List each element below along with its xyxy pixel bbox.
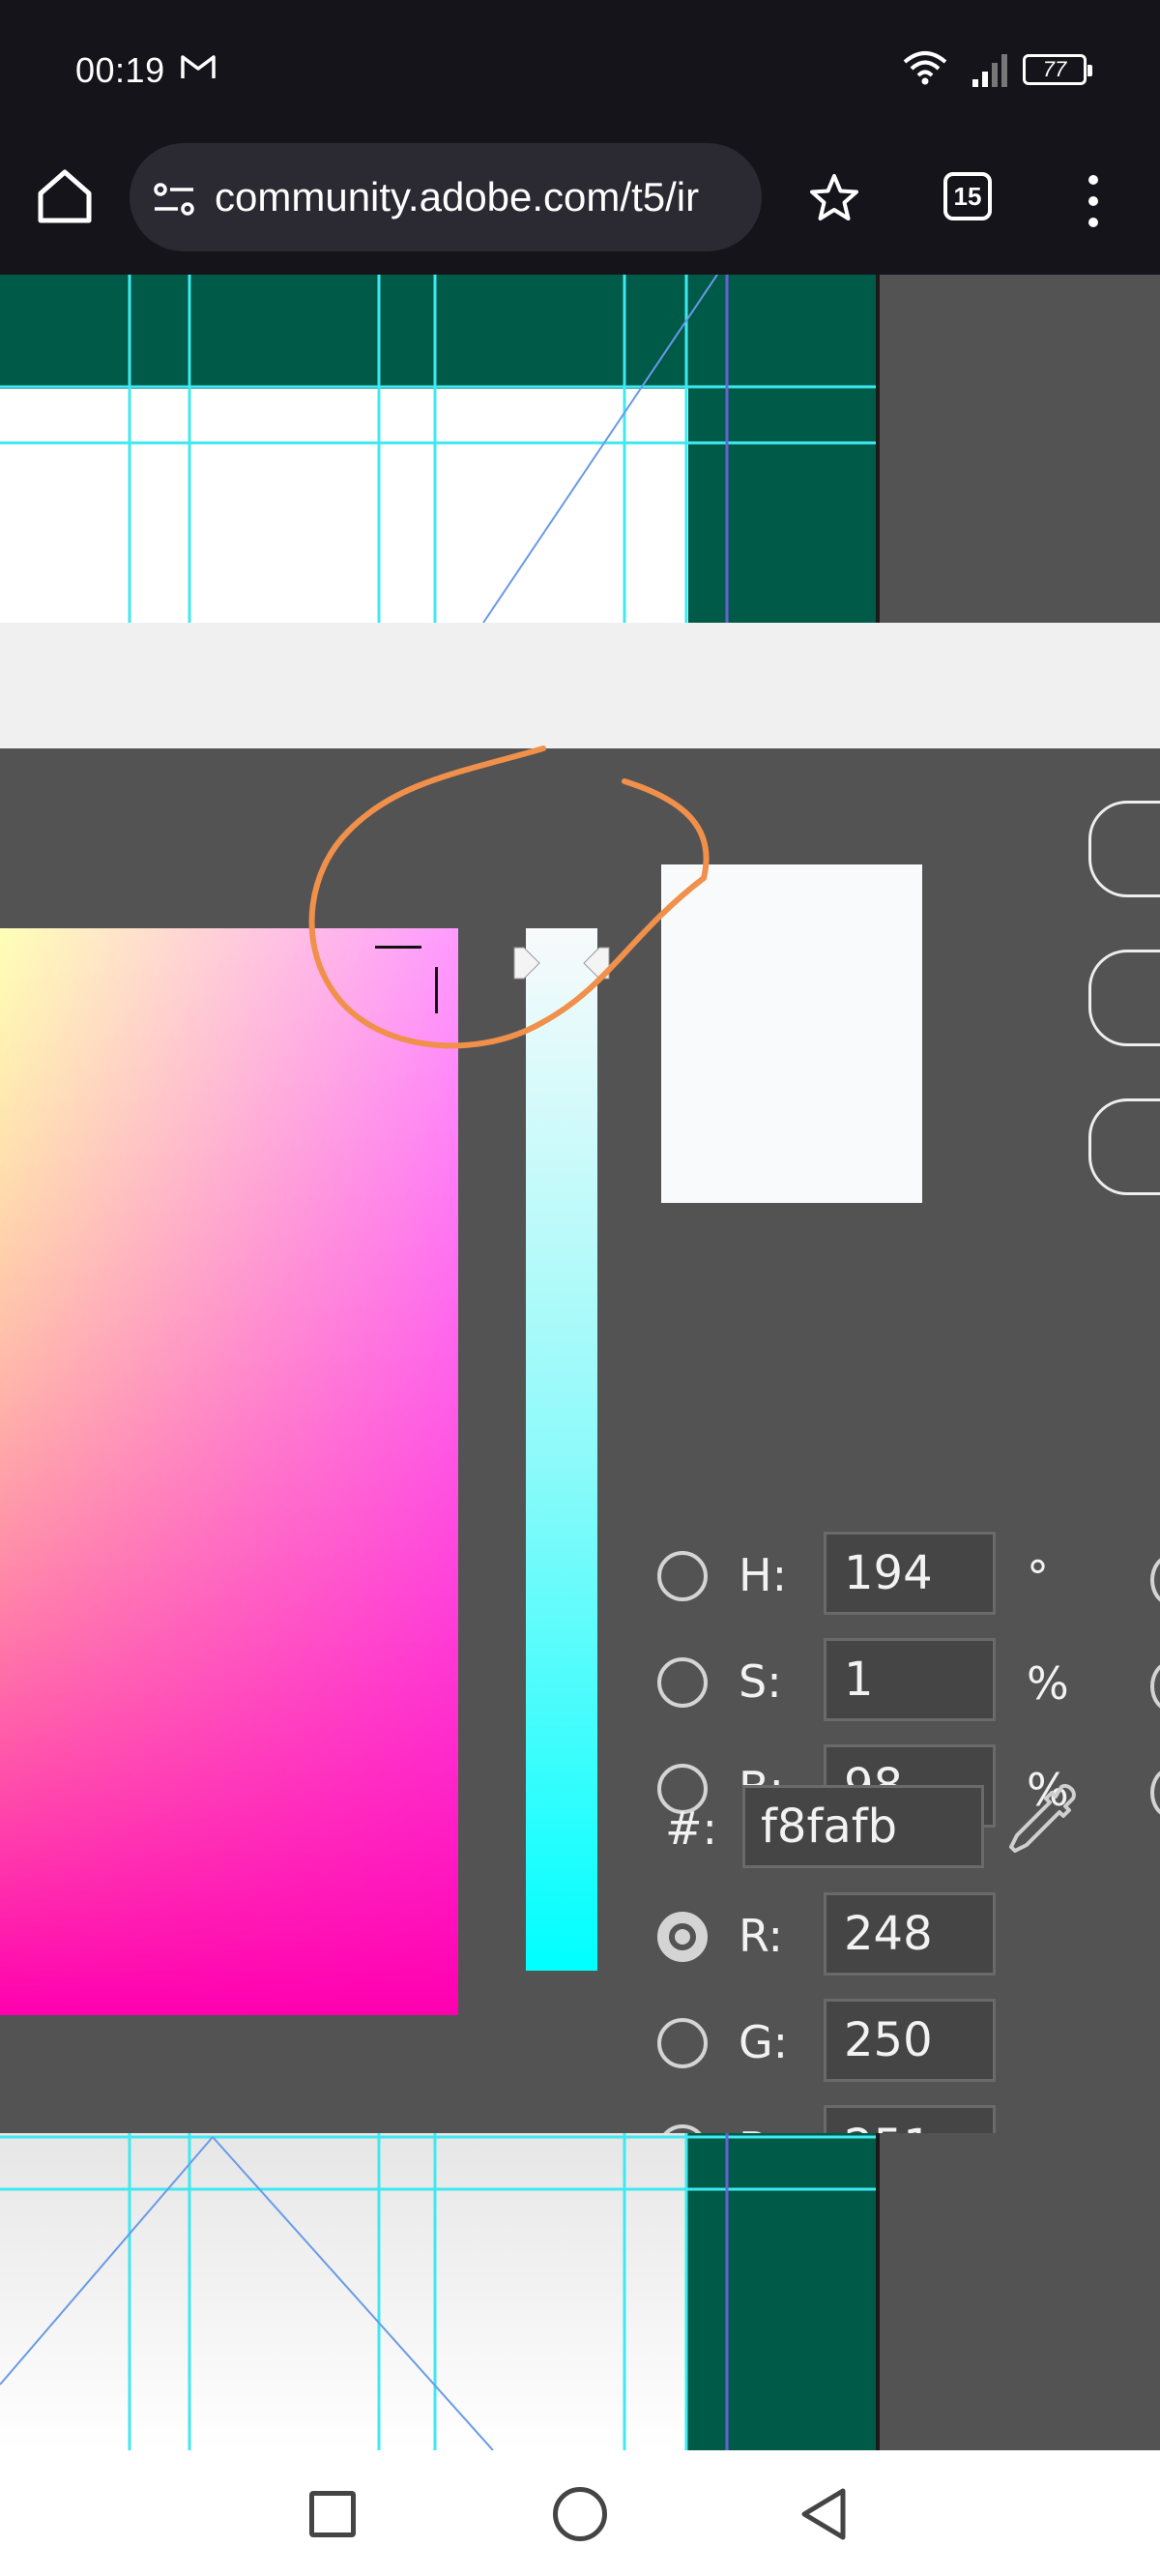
wifi-icon [903,51,947,85]
color-slider[interactable] [526,928,597,1971]
browser-toolbar: community.adobe.com/t5/ir 15 [0,143,1160,275]
ok-button[interactable] [1088,801,1160,897]
home-icon[interactable] [35,166,95,226]
signal-icon [972,54,1007,87]
radio-r[interactable] [657,1912,708,1962]
add-to-swatches-button[interactable] [1088,1098,1160,1195]
hex-label: #: [665,1802,718,1855]
eyedropper-icon[interactable] [1005,1781,1079,1859]
canvas-top-image [0,275,1160,623]
page-content: H: 194 ° S: 1 % B: 98 % R: 248 G: 250 [0,275,1160,2450]
radio-h[interactable] [657,1551,708,1601]
radio-s[interactable] [657,1657,708,1708]
canvas-bottom-image [0,2133,1160,2450]
input-g[interactable]: 250 [824,1999,996,2082]
saturation-brightness-field[interactable] [0,928,458,2015]
system-nav-bar [0,2450,1160,2576]
input-s[interactable]: 1 [824,1638,996,1721]
label-h: H: [739,1549,788,1601]
battery-icon: 77 [1023,54,1092,85]
unit-s: % [1027,1657,1069,1710]
recent-apps-icon[interactable] [309,2491,356,2537]
unit-h: ° [1027,1551,1049,1603]
annotation-circle [308,746,710,1049]
status-bar: 00:19 77 [0,0,1160,143]
radio-lab-a[interactable] [1150,1661,1160,1712]
label-s: S: [739,1655,782,1708]
gmail-icon [181,55,216,78]
label-g: G: [739,2016,789,2068]
color-picker-panel: H: 194 ° S: 1 % B: 98 % R: 248 G: 250 [0,746,1160,2188]
more-vert-icon[interactable] [1079,172,1108,230]
url-text: community.adobe.com/t5/ir [215,174,700,220]
home-circle-icon[interactable] [553,2487,607,2541]
status-time: 00:19 [75,50,165,90]
input-r[interactable]: 248 [824,1892,996,1976]
back-icon[interactable] [798,2487,849,2541]
radio-lab-l[interactable] [1150,1555,1160,1605]
radio-g[interactable] [657,2018,708,2068]
radio-lab-b[interactable] [1150,1768,1160,1818]
cancel-button[interactable] [1088,950,1160,1046]
tabs-icon[interactable]: 15 [943,172,992,220]
divider-strip [0,623,1160,748]
input-h[interactable]: 194 [824,1532,996,1615]
address-bar[interactable]: community.adobe.com/t5/ir [130,143,762,251]
star-icon[interactable] [808,172,860,224]
label-r: R: [739,1910,784,1962]
hex-input[interactable]: f8fafb [742,1785,984,1868]
site-settings-icon[interactable] [153,180,195,219]
